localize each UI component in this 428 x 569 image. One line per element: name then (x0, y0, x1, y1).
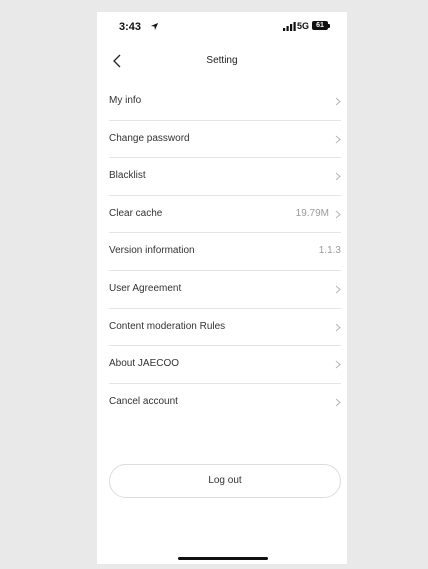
network-type: 5G (297, 21, 310, 31)
settings-row-label: Blacklist (109, 170, 146, 182)
settings-row[interactable]: User Agreement (109, 271, 341, 309)
chevron-right-icon (335, 323, 341, 331)
home-indicator (178, 557, 268, 560)
settings-row-label: Change password (109, 132, 190, 144)
location-arrow-icon (150, 22, 159, 31)
signal-bars-icon (283, 22, 296, 31)
chevron-right-icon (335, 97, 341, 106)
screenshot-frame: 3:43 5G 61 Setting My info Change passwor… (0, 0, 428, 569)
phone-screen: 3:43 5G 61 Setting My info Change passwor… (97, 12, 347, 564)
chevron-right-icon (335, 172, 341, 181)
settings-row[interactable]: About JAECOO (109, 346, 341, 384)
chevron-right-icon (335, 210, 341, 219)
settings-list: My info Change password Blacklist Clear cac… (109, 83, 341, 421)
settings-row[interactable]: Version information 1.1.3 (109, 233, 341, 271)
settings-row[interactable]: My info (109, 83, 341, 121)
settings-row[interactable]: Blacklist (109, 158, 341, 196)
chevron-right-icon (335, 398, 341, 407)
settings-row-value: 19.79M (295, 207, 329, 219)
settings-row-value: 1.1.3 (318, 245, 341, 257)
chevron-right-icon (335, 360, 341, 369)
settings-row[interactable]: Cancel account (109, 384, 341, 422)
page-title: Setting (206, 55, 238, 66)
battery-tip (328, 24, 330, 28)
chevron-right-icon (335, 135, 341, 143)
screen-corner (322, 550, 347, 564)
settings-row-label: Cancel account (109, 395, 178, 407)
navigation-bar: Setting (97, 50, 347, 74)
battery-icon: 61 (312, 21, 328, 30)
settings-row[interactable]: Content moderation Rules (109, 309, 341, 347)
settings-row-label: User Agreement (109, 282, 182, 294)
settings-row[interactable]: Change password (109, 121, 341, 159)
settings-row-label: Content moderation Rules (109, 320, 226, 332)
logout-button[interactable]: Log out (109, 464, 341, 498)
settings-row[interactable]: Clear cache 19.79M (109, 196, 341, 234)
status-bar: 3:43 5G 61 (97, 12, 347, 38)
chevron-right-icon (335, 285, 341, 294)
settings-row-label: About JAECOO (109, 358, 180, 370)
settings-row-label: My info (109, 95, 142, 106)
settings-row-label: Clear cache (109, 207, 163, 219)
status-time: 3:43 (119, 21, 142, 33)
settings-row-label: Version information (109, 245, 195, 257)
